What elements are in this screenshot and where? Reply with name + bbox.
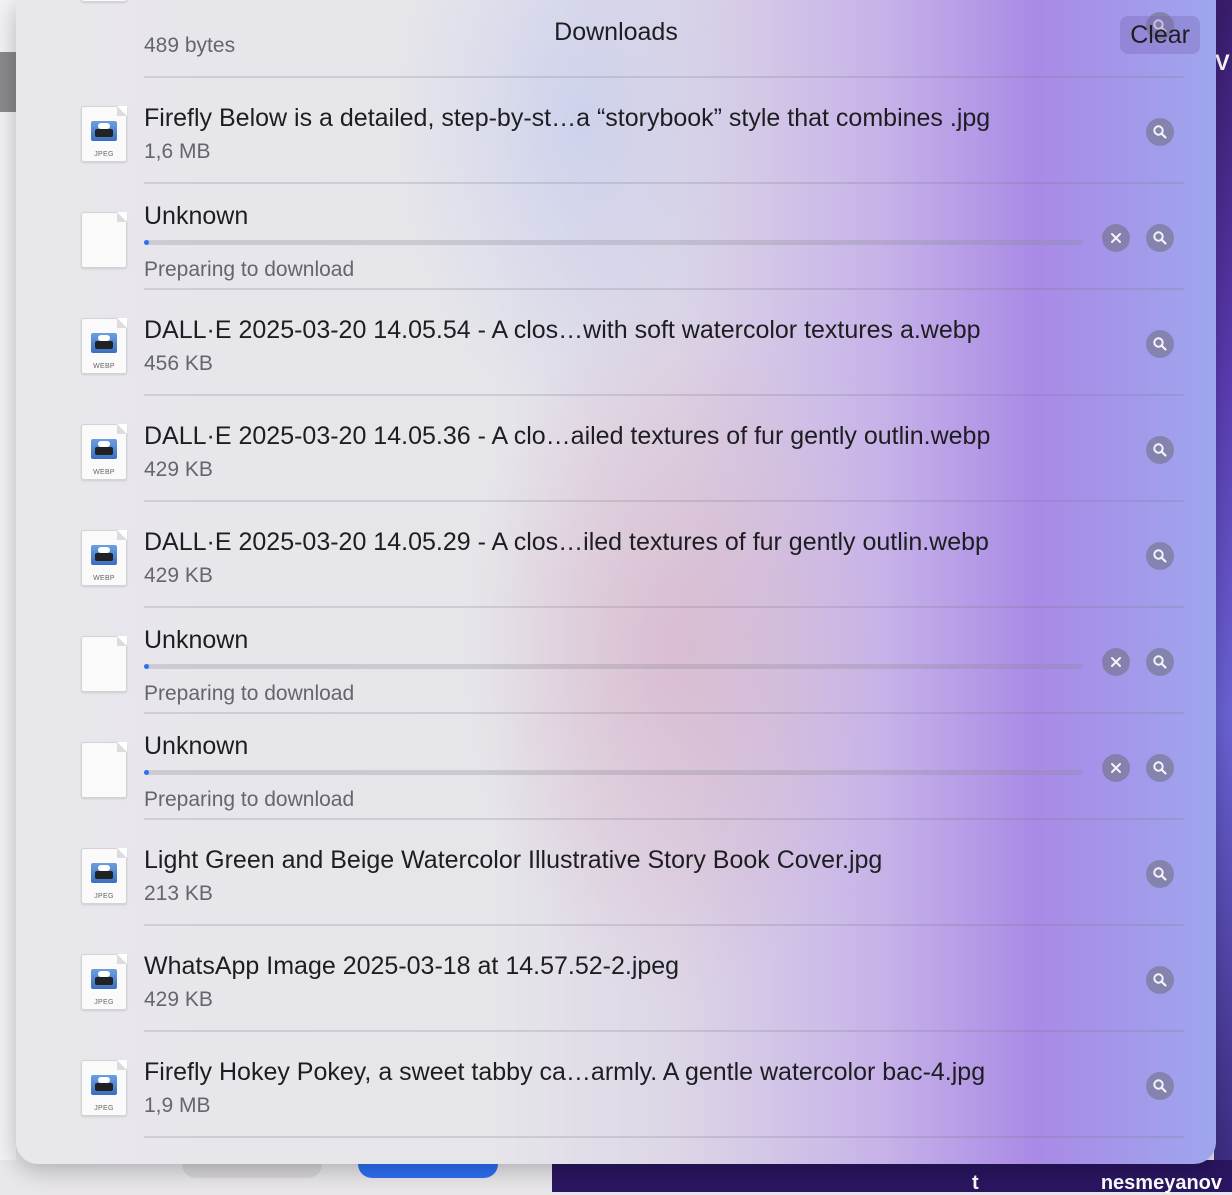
show-in-finder-button[interactable] <box>1146 754 1174 782</box>
magnifier-icon <box>1152 866 1168 882</box>
download-size: 213 KB <box>144 882 213 905</box>
image-file-icon: WEBP <box>81 318 127 374</box>
blank-file-icon <box>81 636 127 692</box>
image-file-icon: WEBP <box>81 530 127 586</box>
download-progress-fill <box>144 240 149 245</box>
file-type-label: JPEG <box>94 151 114 158</box>
download-size: 429 KB <box>144 988 213 1011</box>
blank-file-icon <box>81 742 127 798</box>
show-in-finder-button[interactable] <box>1146 1072 1174 1100</box>
download-name: Unknown <box>144 202 249 230</box>
download-status: Preparing to download <box>144 788 355 811</box>
download-name: WhatsApp Image 2025-03-18 at 14.57.52-2.… <box>144 952 680 980</box>
background-window-right-edge: V <box>1214 0 1232 1192</box>
file-type-label: JPEG <box>94 1105 114 1112</box>
file-type-label: WEBP <box>93 575 115 582</box>
image-file-icon: JPEG <box>81 954 127 1010</box>
close-icon <box>1109 655 1123 669</box>
image-file-icon: JPEG <box>81 1060 127 1116</box>
image-file-icon: WEBP <box>81 424 127 480</box>
download-row[interactable]: JPEG Firefly Hokey Pokey, a sweet tabby c… <box>16 1032 1216 1138</box>
download-status: Preparing to download <box>144 258 355 281</box>
download-size: 456 KB <box>144 352 213 375</box>
cancel-download-button[interactable] <box>1102 224 1130 252</box>
magnifier-icon <box>1152 336 1168 352</box>
download-name: Firefly Hokey Pokey, a sweet tabby ca…ar… <box>144 1058 986 1086</box>
cancel-download-button[interactable] <box>1102 754 1130 782</box>
magnifier-icon <box>1152 760 1168 776</box>
background-window-left-edge <box>0 0 16 1192</box>
download-name: DALL·E 2025-03-20 14.05.36 - A clo…ailed… <box>144 422 991 450</box>
download-name: Light Green and Beige Watercolor Illustr… <box>144 846 883 874</box>
background-toolbar-strip <box>0 52 16 112</box>
blank-file-icon <box>81 212 127 268</box>
download-size: 1,9 MB <box>144 1094 211 1117</box>
image-file-icon: JPEG <box>81 848 127 904</box>
download-name: Unknown <box>144 732 249 760</box>
popover-header: Downloads Clear <box>16 0 1216 64</box>
download-size: 429 KB <box>144 564 213 587</box>
download-size: 429 KB <box>144 458 213 481</box>
download-progress-fill <box>144 770 149 775</box>
download-row[interactable]: JPEG WhatsApp Image 2025-03-18 at 14.57.5… <box>16 926 1216 1032</box>
download-name: Unknown <box>144 626 249 654</box>
background-bottom-right: t nesmeyanov <box>552 1160 1232 1194</box>
show-in-finder-button[interactable] <box>1146 648 1174 676</box>
download-row[interactable]: WEBP DALL·E 2025-03-20 14.05.29 - A clos…… <box>16 502 1216 608</box>
download-name: DALL·E 2025-03-20 14.05.54 - A clos…with… <box>144 316 981 344</box>
show-in-finder-button[interactable] <box>1146 966 1174 994</box>
magnifier-icon <box>1152 548 1168 564</box>
download-progress-fill <box>144 664 149 669</box>
file-type-label: JPEG <box>94 893 114 900</box>
download-row[interactable]: WEBP DALL·E 2025-03-20 14.05.36 - A clo…a… <box>16 396 1216 502</box>
close-icon <box>1109 231 1123 245</box>
download-progress-bar <box>144 770 1082 775</box>
download-size: 1,6 MB <box>144 140 211 163</box>
image-file-icon: JPEG <box>81 106 127 162</box>
close-icon <box>1109 761 1123 775</box>
popover-title: Downloads <box>554 18 678 46</box>
show-in-finder-button[interactable] <box>1146 224 1174 252</box>
download-progress-bar <box>144 240 1082 245</box>
download-row[interactable]: JPEG Light Green and Beige Watercolor Ill… <box>16 820 1216 926</box>
file-type-label: WEBP <box>93 469 115 476</box>
magnifier-icon <box>1152 654 1168 670</box>
download-row[interactable]: JPEG Firefly Below is a detailed, step-by… <box>16 78 1216 184</box>
download-name: Firefly Below is a detailed, step-by-st…… <box>144 104 991 132</box>
magnifier-icon <box>1152 972 1168 988</box>
magnifier-icon <box>1152 1078 1168 1094</box>
magnifier-icon <box>1152 124 1168 140</box>
file-type-label: JPEG <box>94 999 114 1006</box>
download-row[interactable]: Unknown Preparing to download <box>16 714 1216 820</box>
download-row[interactable]: Unknown Preparing to download <box>16 608 1216 714</box>
show-in-finder-button[interactable] <box>1146 118 1174 146</box>
download-name: DALL·E 2025-03-20 14.05.29 - A clos…iled… <box>144 528 989 556</box>
show-in-finder-button[interactable] <box>1146 860 1174 888</box>
magnifier-icon <box>1152 442 1168 458</box>
cancel-download-button[interactable] <box>1102 648 1130 676</box>
downloads-popover: WEBP489 bytesJPEGFirefly Below is a deta… <box>16 0 1216 1164</box>
file-type-label: WEBP <box>93 363 115 370</box>
download-status: Preparing to download <box>144 682 355 705</box>
download-progress-bar <box>144 664 1082 669</box>
show-in-finder-button[interactable] <box>1146 330 1174 358</box>
row-separator <box>144 1136 1184 1138</box>
download-row[interactable]: WEBP DALL·E 2025-03-20 14.05.54 - A clos…… <box>16 290 1216 396</box>
show-in-finder-button[interactable] <box>1146 542 1174 570</box>
clear-button[interactable]: Clear <box>1120 16 1200 54</box>
download-row[interactable]: Unknown Preparing to download <box>16 184 1216 290</box>
magnifier-icon <box>1152 230 1168 246</box>
show-in-finder-button[interactable] <box>1146 436 1174 464</box>
background-text-fragment: V <box>1215 50 1230 75</box>
